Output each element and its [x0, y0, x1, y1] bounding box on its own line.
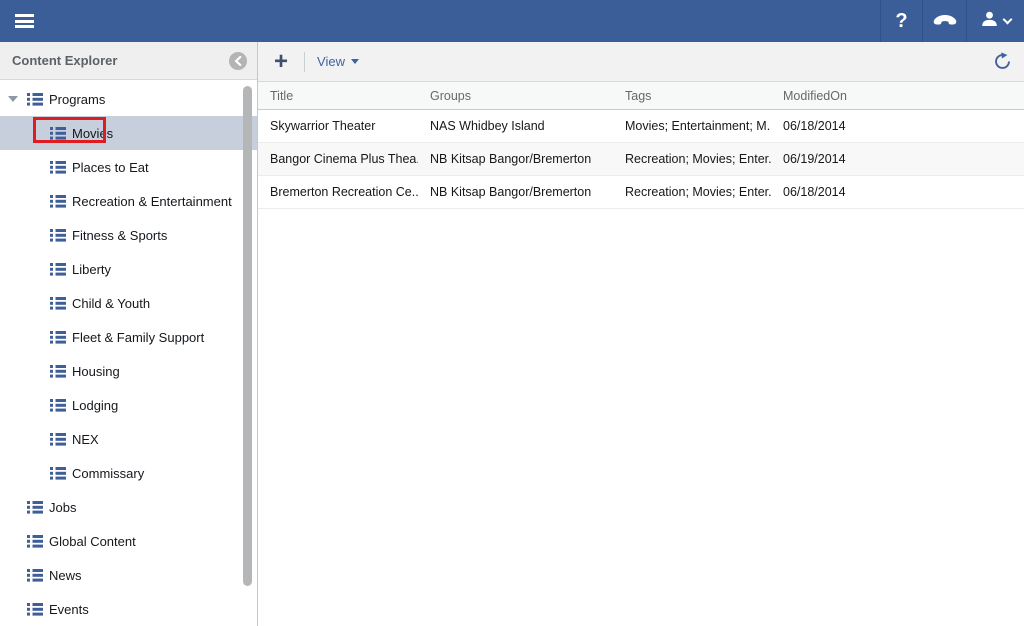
- sidebar-item-housing[interactable]: Housing: [0, 354, 257, 388]
- top-navigation-bar: ?: [0, 0, 1024, 42]
- sidebar-item-label: Places to Eat: [72, 160, 149, 175]
- contact-button[interactable]: [922, 0, 966, 42]
- toolbar-divider: [304, 52, 305, 72]
- view-dropdown-button[interactable]: View: [317, 54, 359, 69]
- hamburger-icon: [15, 12, 34, 31]
- list-icon: [27, 568, 43, 582]
- topbar-actions: ?: [880, 0, 1024, 42]
- sidebar-item-recreation-entertainment[interactable]: Recreation & Entertainment: [0, 184, 257, 218]
- refresh-icon: [993, 52, 1012, 71]
- sidebar-item-label: Lodging: [72, 398, 118, 413]
- cell-tags: Recreation; Movies; Enter...: [613, 152, 771, 166]
- sidebar-item-global-content[interactable]: Global Content: [0, 524, 257, 558]
- app-window: ?: [0, 0, 1024, 626]
- sidebar-item-label: Fitness & Sports: [72, 228, 167, 243]
- column-header-title[interactable]: Title: [258, 89, 418, 103]
- chevron-down-icon: [1002, 14, 1012, 24]
- list-icon: [50, 432, 66, 446]
- list-icon: [27, 534, 43, 548]
- main-content: + View Title Groups Tags ModifiedOn: [258, 42, 1024, 626]
- content-explorer-sidebar: Content Explorer Programs: [0, 42, 258, 626]
- cell-title: Bangor Cinema Plus Thea...: [258, 152, 418, 166]
- sidebar-item-label: Events: [49, 602, 89, 617]
- sidebar-header: Content Explorer: [0, 42, 257, 80]
- caret-down-icon: [351, 59, 359, 64]
- list-icon: [50, 466, 66, 480]
- sidebar-item-lodging[interactable]: Lodging: [0, 388, 257, 422]
- sidebar-title: Content Explorer: [12, 53, 117, 68]
- cell-title: Skywarrior Theater: [258, 119, 418, 133]
- sidebar-item-label: Recreation & Entertainment: [72, 194, 232, 209]
- list-icon: [50, 330, 66, 344]
- table-row[interactable]: Skywarrior Theater NAS Whidbey Island Mo…: [258, 110, 1024, 143]
- table-row[interactable]: Bremerton Recreation Ce... NB Kitsap Ban…: [258, 176, 1024, 209]
- view-dropdown-label: View: [317, 54, 345, 69]
- sidebar-scrollbar[interactable]: [243, 86, 252, 586]
- content-tree: Programs Movies Places to Eat: [0, 80, 257, 626]
- list-icon: [50, 398, 66, 412]
- help-icon: ?: [895, 10, 907, 33]
- menu-button[interactable]: [0, 0, 48, 42]
- user-menu-button[interactable]: [966, 0, 1024, 42]
- chevron-left-icon: [234, 56, 242, 66]
- sidebar-item-label: NEX: [72, 432, 99, 447]
- sidebar-item-movies[interactable]: Movies: [0, 116, 257, 150]
- list-icon: [27, 500, 43, 514]
- sidebar-item-jobs[interactable]: Jobs: [0, 490, 257, 524]
- sidebar-item-places-to-eat[interactable]: Places to Eat: [0, 150, 257, 184]
- cell-groups: NB Kitsap Bangor/Bremerton: [418, 185, 613, 199]
- help-button[interactable]: ?: [880, 0, 922, 42]
- list-icon: [50, 262, 66, 276]
- user-icon: [981, 11, 998, 32]
- column-header-tags[interactable]: Tags: [613, 89, 771, 103]
- list-icon: [27, 92, 43, 106]
- sidebar-item-label: News: [49, 568, 82, 583]
- cell-tags: Movies; Entertainment; M...: [613, 119, 771, 133]
- sidebar-item-label: Fleet & Family Support: [72, 330, 204, 345]
- sidebar-item-label: Programs: [49, 92, 105, 107]
- sidebar-item-commissary[interactable]: Commissary: [0, 456, 257, 490]
- sidebar-item-label: Global Content: [49, 534, 136, 549]
- sidebar-item-label: Housing: [72, 364, 120, 379]
- sidebar-item-label: Child & Youth: [72, 296, 150, 311]
- sidebar-item-programs[interactable]: Programs: [0, 82, 257, 116]
- column-header-modifiedon[interactable]: ModifiedOn: [771, 89, 1024, 103]
- phone-icon: [932, 11, 958, 32]
- table-row[interactable]: Bangor Cinema Plus Thea... NB Kitsap Ban…: [258, 143, 1024, 176]
- list-icon: [50, 228, 66, 242]
- sidebar-item-label: Commissary: [72, 466, 144, 481]
- cell-tags: Recreation; Movies; Enter...: [613, 185, 771, 199]
- sidebar-collapse-button[interactable]: [229, 52, 247, 70]
- refresh-button[interactable]: [991, 50, 1014, 73]
- sidebar-item-events[interactable]: Events: [0, 592, 257, 626]
- sidebar-item-child-youth[interactable]: Child & Youth: [0, 286, 257, 320]
- list-icon: [27, 602, 43, 616]
- cell-modifiedon: 06/19/2014: [771, 152, 1024, 166]
- content-toolbar: + View: [258, 42, 1024, 82]
- sidebar-item-nex[interactable]: NEX: [0, 422, 257, 456]
- expander-down-icon[interactable]: [8, 96, 18, 102]
- cell-title: Bremerton Recreation Ce...: [258, 185, 418, 199]
- sidebar-item-label: Jobs: [49, 500, 76, 515]
- sidebar-item-label: Liberty: [72, 262, 111, 277]
- list-icon: [50, 194, 66, 208]
- sidebar-item-news[interactable]: News: [0, 558, 257, 592]
- sidebar-item-label: Movies: [72, 126, 113, 141]
- column-header-groups[interactable]: Groups: [418, 89, 613, 103]
- list-icon: [50, 364, 66, 378]
- cell-modifiedon: 06/18/2014: [771, 119, 1024, 133]
- sidebar-item-liberty[interactable]: Liberty: [0, 252, 257, 286]
- list-icon: [50, 296, 66, 310]
- cell-groups: NAS Whidbey Island: [418, 119, 613, 133]
- table-header-row: Title Groups Tags ModifiedOn: [258, 82, 1024, 110]
- list-icon: [50, 126, 66, 140]
- cell-modifiedon: 06/18/2014: [771, 185, 1024, 199]
- cell-groups: NB Kitsap Bangor/Bremerton: [418, 152, 613, 166]
- sidebar-item-fitness-sports[interactable]: Fitness & Sports: [0, 218, 257, 252]
- add-button[interactable]: +: [270, 50, 292, 74]
- sidebar-item-fleet-family-support[interactable]: Fleet & Family Support: [0, 320, 257, 354]
- list-icon: [50, 160, 66, 174]
